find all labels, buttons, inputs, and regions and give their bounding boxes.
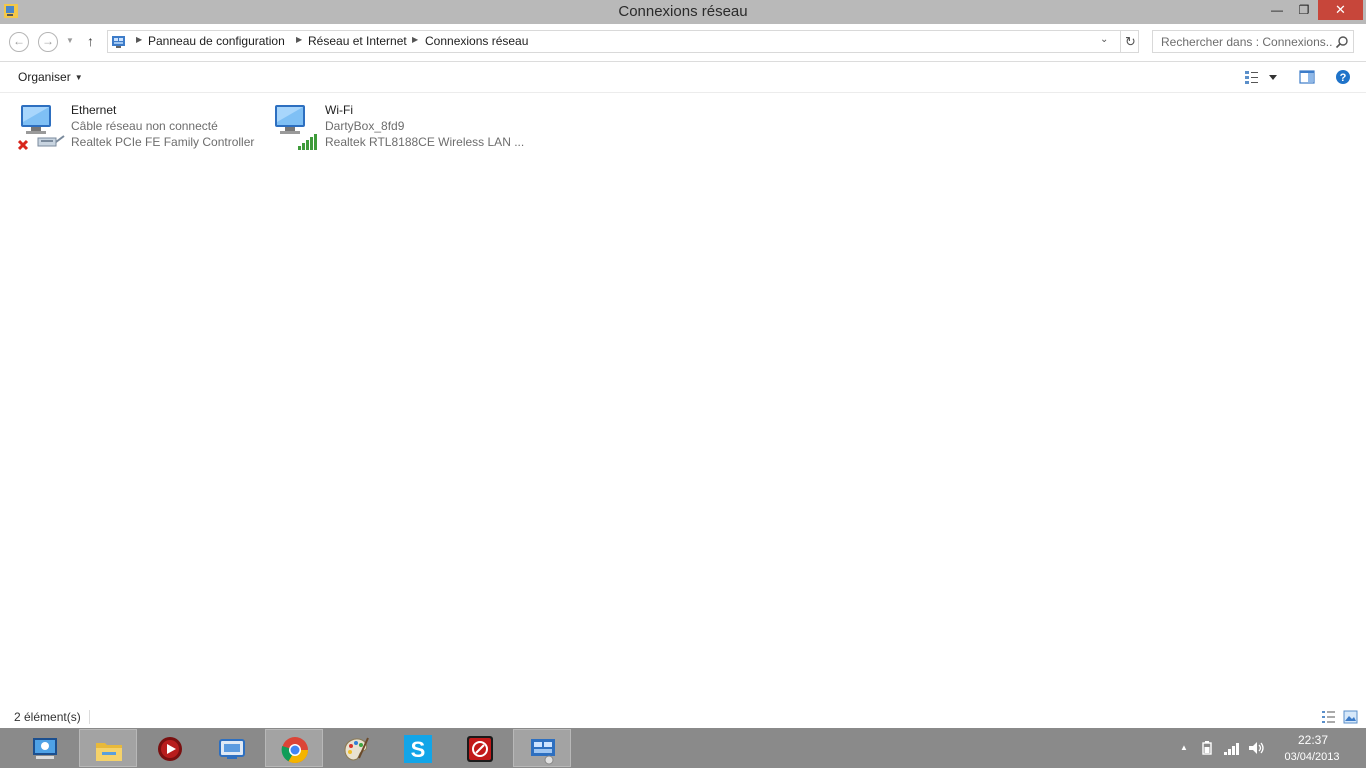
- search-box[interactable]: [1152, 30, 1354, 53]
- control-panel-icon: [112, 36, 125, 48]
- large-icons-view-icon[interactable]: [1343, 710, 1358, 724]
- change-view-icon[interactable]: [1244, 69, 1260, 85]
- control-panel-icon: [531, 739, 555, 765]
- window-title: Connexions réseau: [618, 3, 748, 20]
- skype-icon: S: [404, 735, 432, 763]
- chrome-icon: [281, 737, 309, 764]
- recent-locations-chevron-icon[interactable]: ▼: [66, 36, 74, 45]
- connection-name: Wi-Fi: [325, 103, 353, 117]
- breadcrumb-separator-icon[interactable]: ▶: [296, 35, 302, 44]
- clock-time[interactable]: 22:37: [1284, 733, 1342, 747]
- back-button[interactable]: ←: [9, 32, 29, 52]
- clock-date[interactable]: 03/04/2013: [1280, 751, 1344, 763]
- svg-text:S: S: [411, 737, 426, 762]
- content-area: Ethernet Câble réseau non connecté Realt…: [0, 94, 1366, 706]
- taskbar-skype[interactable]: S: [389, 729, 447, 767]
- restore-button[interactable]: ❐: [1290, 0, 1318, 20]
- connection-name: Ethernet: [71, 103, 117, 117]
- address-bar[interactable]: ▶ Panneau de configuration ▶ Réseau et I…: [107, 30, 1139, 53]
- power-icon[interactable]: [1199, 740, 1215, 756]
- connection-status: DartyBox_8fd9: [325, 119, 405, 133]
- taskbar-control-panel[interactable]: [513, 729, 571, 767]
- connection-item-wifi[interactable]: Wi-Fi DartyBox_8fd9 Realtek RTL8188CE Wi…: [272, 100, 525, 154]
- status-divider: [89, 710, 90, 724]
- search-input[interactable]: [1153, 31, 1333, 52]
- media-player-icon: [158, 737, 182, 761]
- preview-pane-icon[interactable]: [1299, 69, 1315, 85]
- breadcrumb-control-panel[interactable]: Panneau de configuration: [148, 31, 285, 52]
- help-icon[interactable]: ?: [1335, 69, 1351, 85]
- volume-icon[interactable]: [1248, 740, 1266, 756]
- connection-device: Realtek PCIe FE Family Controller: [71, 135, 255, 149]
- show-hidden-icons-chevron-icon[interactable]: ▲: [1180, 743, 1188, 752]
- taskbar: S ▲ 22:37 03/04/2013: [0, 728, 1366, 768]
- up-button[interactable]: ↑: [87, 33, 94, 49]
- breadcrumb-separator-icon[interactable]: ▶: [136, 35, 142, 44]
- network-signal-icon[interactable]: [1223, 740, 1241, 756]
- breadcrumb-network-internet[interactable]: Réseau et Internet: [308, 31, 407, 52]
- taskbar-media-player[interactable]: [141, 729, 199, 767]
- paint-icon: [344, 737, 369, 761]
- title-bar: Connexions réseau — ❐ ✕: [0, 0, 1366, 24]
- connection-device: Realtek RTL8188CE Wireless LAN ...: [325, 135, 525, 149]
- address-history-chevron-icon[interactable]: ⌄: [1100, 34, 1108, 45]
- file-explorer-icon: [96, 743, 122, 761]
- item-count: 2 élément(s): [14, 710, 81, 724]
- taskbar-network-app[interactable]: [16, 729, 74, 767]
- connection-status: Câble réseau non connecté: [71, 119, 218, 133]
- taskbar-paint[interactable]: [327, 729, 385, 767]
- remote-desktop-icon: [219, 739, 245, 759]
- taskbar-file-explorer[interactable]: [79, 729, 137, 767]
- breadcrumb-network-connections[interactable]: Connexions réseau: [425, 31, 528, 52]
- chevron-down-icon: ▼: [74, 73, 83, 82]
- details-view-icon[interactable]: [1321, 710, 1336, 724]
- connection-item-ethernet[interactable]: Ethernet Câble réseau non connecté Realt…: [18, 100, 258, 154]
- taskbar-chrome[interactable]: [265, 729, 323, 767]
- view-options-chevron-icon[interactable]: [1268, 69, 1278, 85]
- navigation-bar: ← → ▼ ↑ ▶ Panneau de configuration ▶ Rés…: [0, 24, 1366, 62]
- organise-label: Organiser: [18, 70, 71, 84]
- refresh-icon[interactable]: ↻: [1120, 31, 1140, 52]
- taskbar-red-app[interactable]: [451, 729, 509, 767]
- ethernet-disconnected-icon: [18, 105, 65, 151]
- search-icon[interactable]: [1335, 35, 1349, 49]
- organise-menu[interactable]: Organiser ▼: [18, 70, 83, 84]
- taskbar-remote-desktop[interactable]: [203, 729, 261, 767]
- command-bar: Organiser ▼ ?: [0, 62, 1366, 93]
- wifi-connected-icon: [275, 105, 317, 150]
- svg-text:?: ?: [1340, 72, 1347, 84]
- forward-button[interactable]: →: [38, 32, 58, 52]
- network-app-icon: [33, 738, 57, 759]
- breadcrumb-separator-icon[interactable]: ▶: [412, 35, 418, 44]
- red-app-icon: [467, 736, 493, 762]
- close-button[interactable]: ✕: [1318, 0, 1363, 20]
- minimize-button[interactable]: —: [1263, 0, 1291, 20]
- status-bar: 2 élément(s): [0, 706, 1366, 728]
